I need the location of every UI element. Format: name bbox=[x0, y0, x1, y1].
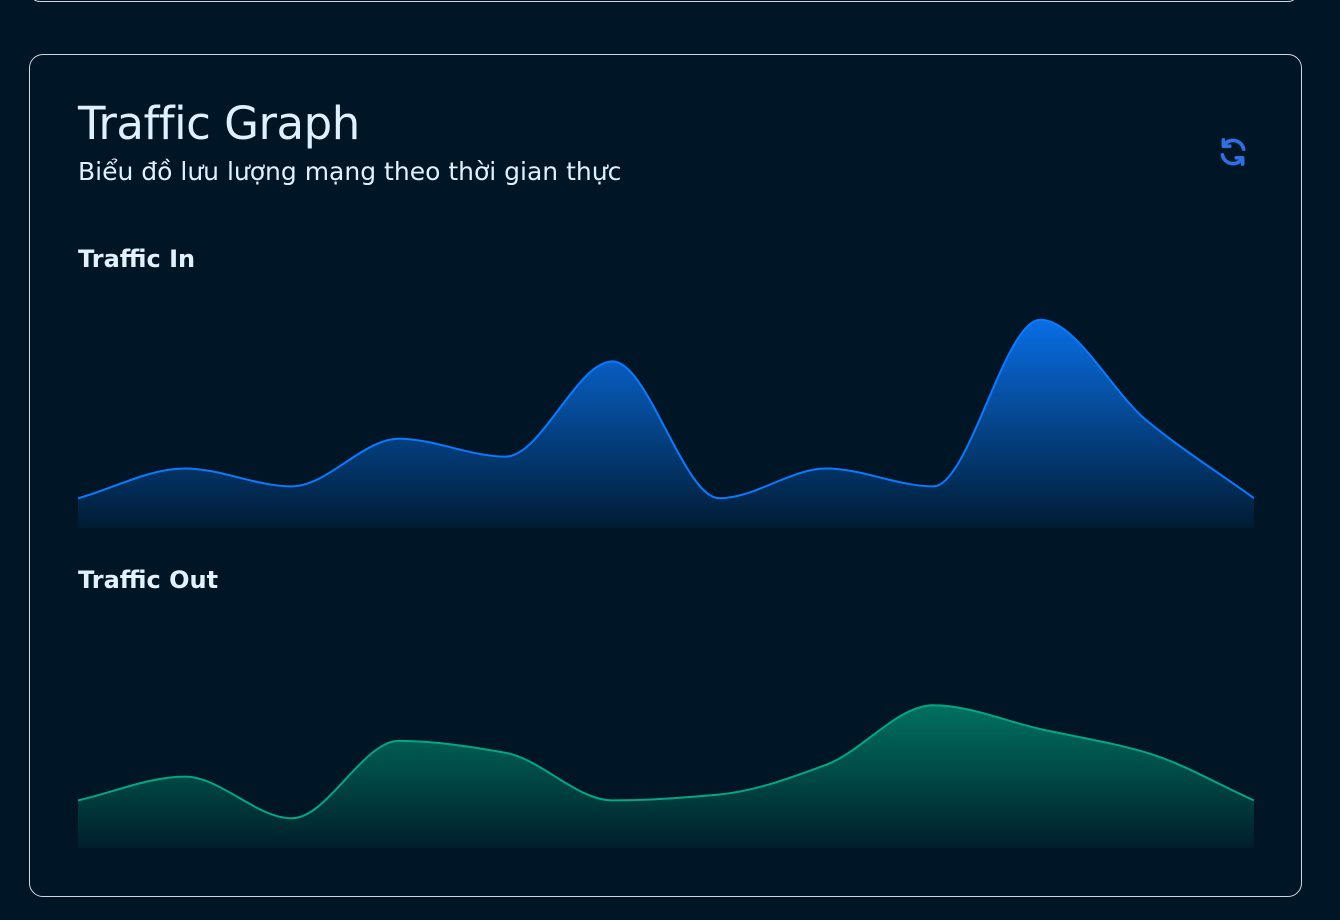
traffic-out-area bbox=[78, 705, 1254, 848]
traffic-out-label: Traffic Out bbox=[78, 566, 219, 594]
refresh-button[interactable] bbox=[1216, 135, 1250, 169]
traffic-out-chart bbox=[78, 704, 1254, 848]
previous-card-edge bbox=[29, 0, 1299, 2]
card-title: Traffic Graph bbox=[78, 97, 360, 150]
refresh-icon bbox=[1220, 137, 1246, 167]
traffic-in-chart bbox=[78, 318, 1254, 528]
traffic-graph-card: Traffic Graph Biểu đồ lưu lượng mạng the… bbox=[29, 54, 1302, 897]
card-subtitle: Biểu đồ lưu lượng mạng theo thời gian th… bbox=[78, 157, 622, 186]
traffic-in-area bbox=[78, 319, 1254, 528]
traffic-in-label: Traffic In bbox=[78, 245, 196, 273]
